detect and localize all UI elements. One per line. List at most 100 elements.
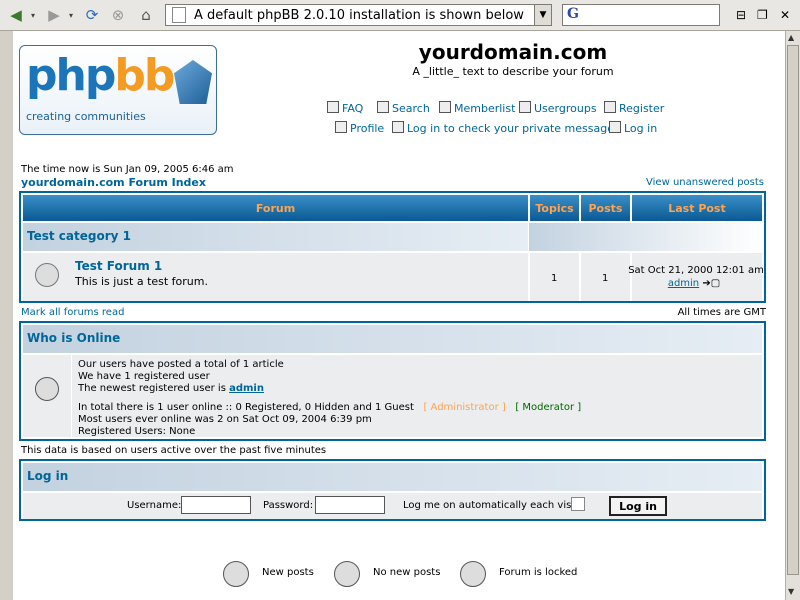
nav-memberlist-label: Memberlist: [454, 102, 516, 115]
page-icon: [172, 7, 186, 23]
view-unanswered-link[interactable]: View unanswered posts: [646, 177, 764, 188]
logo-wordmark-blue: php: [26, 50, 116, 101]
site-title: yourdomain.com: [418, 40, 608, 64]
who-icon-cell: [23, 355, 71, 437]
reload-icon[interactable]: ⟳: [82, 5, 102, 25]
stat-users: We have 1 registered user: [78, 371, 210, 382]
password-label: Password:: [263, 500, 314, 511]
usergroups-icon: [519, 101, 531, 113]
back-dropdown-icon[interactable]: ▾: [28, 5, 38, 25]
header-last-post: Last Post: [632, 195, 762, 221]
address-text: A default phpBB 2.0.10 installation is s…: [194, 7, 524, 23]
forum-description: This is just a test forum.: [75, 275, 208, 288]
google-icon: G: [567, 6, 579, 22]
current-time: The time now is Sun Jan 09, 2005 6:46 am: [21, 164, 234, 175]
memberlist-icon: [439, 101, 451, 113]
users-online-icon: [35, 377, 59, 401]
stop-icon[interactable]: ⊗: [108, 5, 128, 25]
forum-index-link[interactable]: yourdomain.com Forum Index: [21, 176, 206, 189]
nav-profile-label: Profile: [350, 122, 385, 135]
nav-login[interactable]: Log in: [609, 121, 657, 135]
online-now-text: In total there is 1 user online :: 0 Reg…: [78, 402, 414, 413]
posts-count: 1: [602, 273, 609, 284]
address-dropdown-icon[interactable]: ▼: [534, 5, 551, 25]
phpbb-logo[interactable]: phpbb creating communities: [19, 45, 217, 135]
header-posts: Posts: [581, 195, 630, 221]
scroll-down-icon[interactable]: ▼: [788, 587, 794, 596]
no-new-posts-label: No new posts: [373, 567, 441, 578]
search-icon: [377, 101, 389, 113]
nav-register[interactable]: Register: [604, 101, 664, 115]
who-is-online-title[interactable]: Who is Online: [27, 331, 120, 345]
forum-locked-label: Forum is locked: [499, 567, 578, 578]
posts-cell: 1: [581, 253, 630, 301]
nav-private-messages[interactable]: Log in to check your private messages: [392, 121, 620, 135]
faq-icon: [327, 101, 339, 113]
home-icon[interactable]: ⌂: [136, 5, 156, 25]
forward-icon[interactable]: ▶: [42, 5, 66, 25]
stat-most-online: Most users ever online was 2 on Sat Oct …: [78, 414, 372, 425]
last-post-date: Sat Oct 21, 2000 12:01 am: [628, 265, 764, 276]
search-box[interactable]: G: [562, 4, 720, 26]
scroll-up-icon[interactable]: ▲: [788, 33, 794, 42]
last-post-author[interactable]: admin: [668, 278, 699, 289]
login-form: Username: Password: Log me on automatica…: [23, 493, 762, 519]
topics-cell: 1: [530, 253, 579, 301]
moderator-legend: [ Moderator ]: [515, 402, 582, 413]
nav-memberlist[interactable]: Memberlist: [439, 101, 515, 115]
restore-icon[interactable]: ❐: [757, 8, 768, 22]
nav-profile[interactable]: Profile: [335, 121, 384, 135]
vertical-scrollbar[interactable]: ▲ ▼: [785, 31, 800, 600]
logo-wordmark-orange: bb: [114, 50, 175, 101]
login-icon: [609, 121, 621, 133]
close-icon[interactable]: ✕: [780, 8, 790, 22]
stat-online-now: In total there is 1 user online :: 0 Reg…: [78, 402, 581, 413]
nav-faq-label: FAQ: [342, 102, 364, 115]
password-input[interactable]: [315, 496, 385, 514]
messages-icon: [392, 121, 404, 133]
admin-legend: [ Administrator ]: [423, 402, 506, 413]
nav-faq[interactable]: FAQ: [327, 101, 363, 115]
login-header: Log in: [23, 463, 762, 491]
username-input[interactable]: [181, 496, 251, 514]
login-title[interactable]: Log in: [27, 469, 68, 483]
who-is-online-panel: Who is Online Our users have posted a to…: [19, 321, 766, 441]
login-panel: Log in Username: Password: Log me on aut…: [19, 459, 766, 521]
login-button[interactable]: Log in: [609, 496, 667, 516]
scroll-thumb[interactable]: [787, 45, 799, 575]
header-forum: Forum: [23, 195, 528, 221]
browser-toolbar: ◀ ▾ ▶ ▾ ⟳ ⊗ ⌂ A default phpBB 2.0.10 ins…: [0, 0, 800, 31]
forward-dropdown-icon[interactable]: ▾: [66, 5, 76, 25]
forum-name[interactable]: Test Forum 1: [75, 259, 162, 273]
back-icon[interactable]: ◀: [4, 5, 28, 25]
nav-private-messages-label: Log in to check your private messages: [407, 122, 620, 135]
category-row: Test category 1: [23, 223, 528, 251]
goto-post-icon[interactable]: ➔▢: [702, 278, 720, 289]
category-title[interactable]: Test category 1: [27, 229, 131, 243]
data-info-note: This data is based on users active over …: [21, 445, 327, 456]
nav-search[interactable]: Search: [377, 101, 430, 115]
last-post-cell: Sat Oct 21, 2000 12:01 am admin ➔▢: [628, 253, 764, 301]
address-bar[interactable]: A default phpBB 2.0.10 installation is s…: [165, 4, 552, 26]
forum-row: Test Forum 1 This is just a test forum.: [23, 253, 528, 301]
newest-user-link[interactable]: admin: [229, 383, 264, 394]
header-topics: Topics: [530, 195, 579, 221]
auto-login-label: Log me on automatically each visit: [403, 500, 578, 511]
nav-register-label: Register: [619, 102, 665, 115]
new-posts-label: New posts: [262, 567, 314, 578]
who-text-cell: Our users have posted a total of 1 artic…: [72, 355, 762, 437]
folder-icon: [35, 263, 59, 287]
username-label: Username:: [127, 500, 182, 511]
forum-table: Forum Topics Posts Last Post Test catego…: [19, 191, 766, 303]
nav-login-label: Log in: [624, 122, 658, 135]
minimize-icon[interactable]: ⊟: [736, 8, 746, 22]
nav-usergroups[interactable]: Usergroups: [519, 101, 597, 115]
mark-all-read-link[interactable]: Mark all forums read: [21, 307, 124, 318]
auto-login-checkbox[interactable]: [571, 497, 585, 511]
logo-tagline: creating communities: [26, 110, 146, 123]
no-new-posts-icon: [334, 561, 360, 587]
topics-count: 1: [551, 273, 558, 284]
forum-locked-icon: [460, 561, 486, 587]
site-description: A _little_ text to describe your forum: [412, 65, 614, 78]
last-post-author-wrap: admin ➔▢: [624, 278, 764, 289]
